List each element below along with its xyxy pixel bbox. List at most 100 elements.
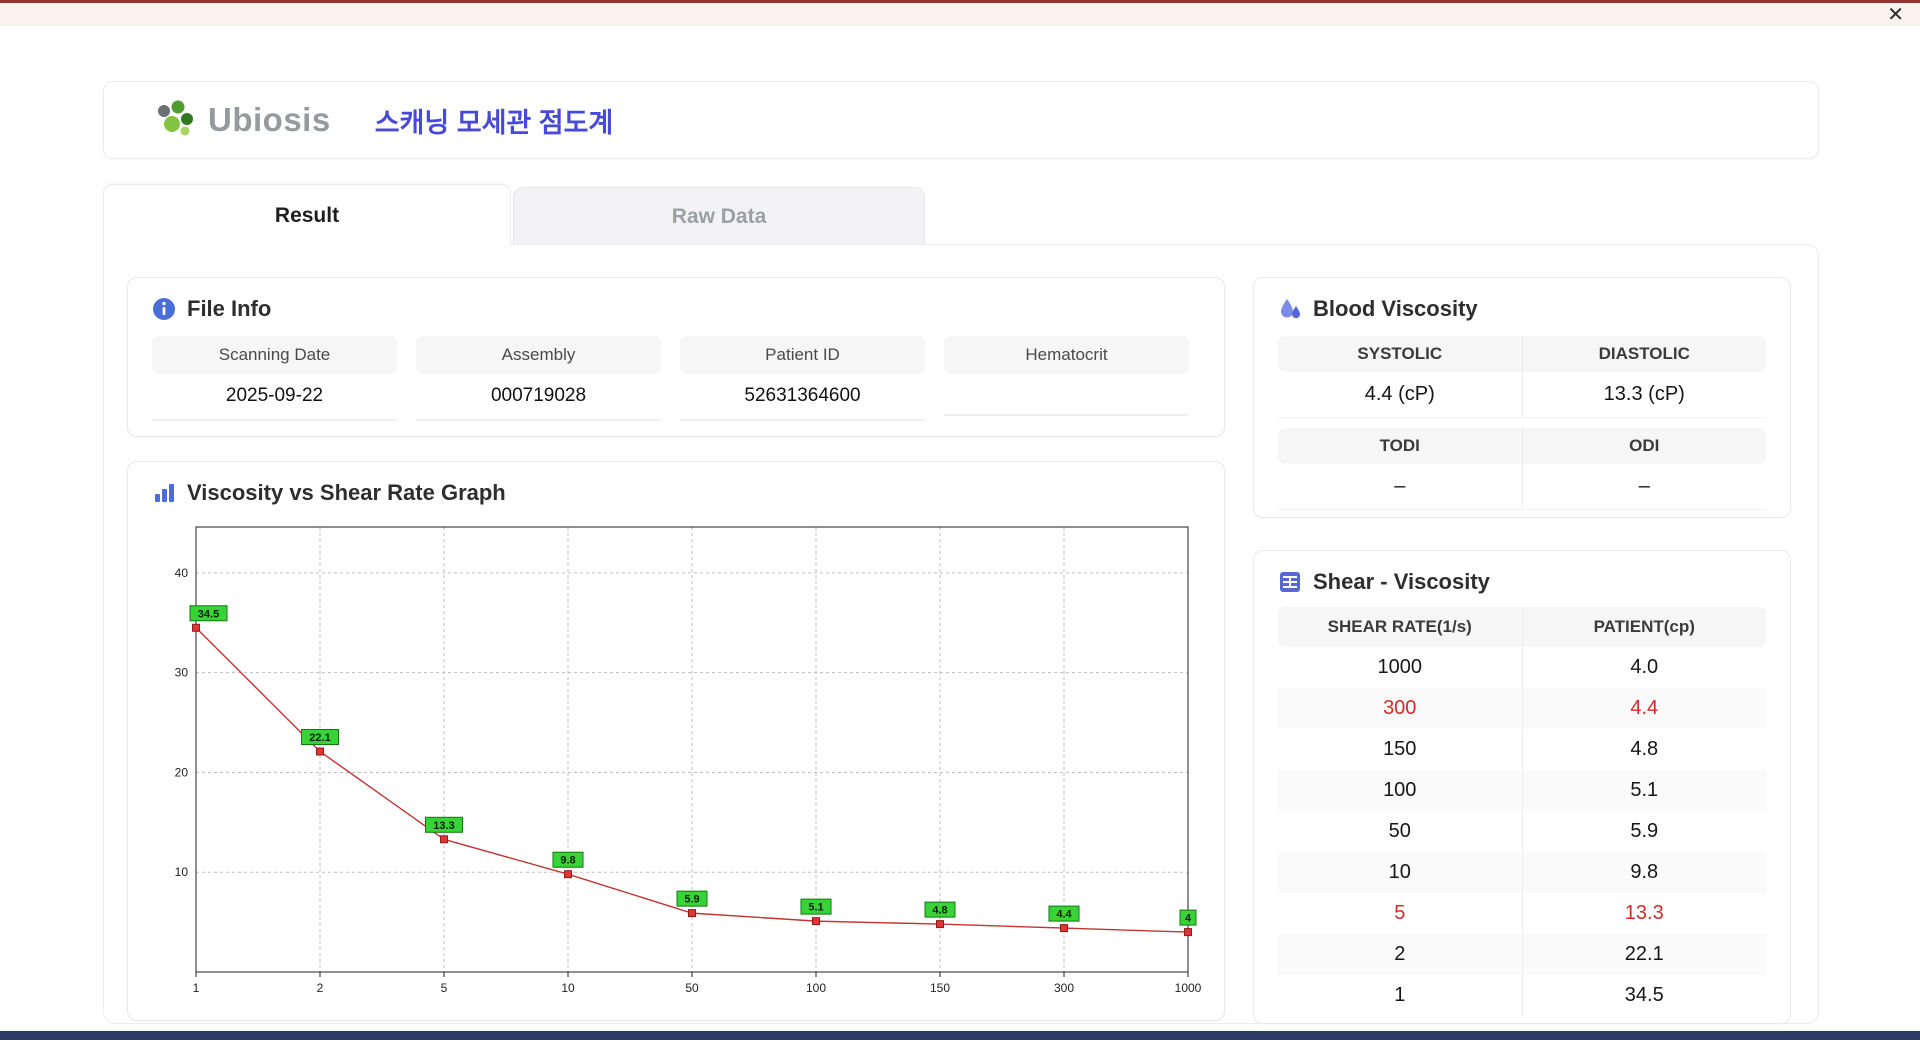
bv-header-cell: DIASTOLIC [1521, 336, 1766, 372]
app-logo: Ubiosis [152, 99, 331, 141]
sv-shear-cell: 1 [1394, 984, 1406, 1006]
svg-text:4.4: 4.4 [1056, 909, 1072, 921]
svg-text:4.8: 4.8 [932, 905, 947, 917]
svg-text:5.1: 5.1 [808, 902, 823, 914]
sv-header-patient: PATIENT(cp) [1521, 607, 1766, 647]
bv-header-cell: TODI [1278, 428, 1522, 464]
file-info-fields: Scanning Date 2025-09-22 Assembly 000719028… [128, 332, 1224, 421]
info-icon [153, 298, 175, 320]
svg-text:5.9: 5.9 [684, 894, 699, 906]
file-info-field: Hematocrit [944, 336, 1189, 421]
sv-patient-cell: 13.3 [1521, 893, 1767, 934]
sv-shear-cell: 1000 [1377, 656, 1423, 678]
svg-text:40: 40 [175, 566, 189, 580]
sv-patient-cell: 5.1 [1521, 770, 1767, 811]
table-row: 1000 4.0 [1278, 647, 1766, 688]
file-info-field: Patient ID 52631364600 [680, 336, 925, 421]
sv-shear-cell: 300 [1383, 697, 1417, 719]
svg-text:10: 10 [175, 865, 189, 879]
bv-header-row: TODI ODI [1278, 428, 1766, 464]
sv-patient-cell: 9.8 [1521, 852, 1767, 893]
field-label: Assembly [416, 336, 661, 374]
sv-shear-cell: 50 [1388, 820, 1411, 842]
svg-text:34.5: 34.5 [198, 608, 219, 620]
sv-patient-cell: 4.8 [1521, 729, 1767, 770]
tab-raw-data[interactable]: Raw Data [513, 187, 925, 246]
ubiosis-logo-icon [158, 100, 193, 136]
svg-text:300: 300 [1054, 981, 1074, 995]
bar-chart-icon [155, 484, 174, 502]
bv-value-cell: 13.3 (cP) [1521, 372, 1767, 417]
bv-value-row: 4.4 (cP) 13.3 (cP) [1278, 372, 1766, 418]
svg-text:20: 20 [175, 765, 189, 779]
bv-value-row: – – [1278, 464, 1766, 510]
tab-result[interactable]: Result [103, 184, 511, 246]
file-info-card: File Info Scanning Date 2025-09-22 Assembl… [127, 277, 1225, 437]
sv-patient-cell: 4.4 [1521, 688, 1767, 729]
sv-body: 1000 4.0 300 4.4 150 4.8 100 5.1 50 5.9 10 9.8 5 13.3… [1278, 647, 1766, 1016]
sv-header-row: SHEAR RATE(1/s) PATIENT(cp) [1278, 607, 1766, 647]
svg-text:5: 5 [441, 981, 448, 995]
svg-text:4: 4 [1185, 913, 1192, 925]
bv-value-cell: 4.4 (cP) [1364, 383, 1435, 405]
table-row: 100 5.1 [1278, 770, 1766, 811]
svg-text:22.1: 22.1 [309, 732, 330, 744]
graph-title: Viscosity vs Shear Rate Graph [187, 480, 506, 505]
bottom-strip [0, 1031, 1920, 1040]
graph-card: Viscosity vs Shear Rate Graph 10 20 30 40 1 2… [127, 461, 1225, 1021]
bv-value-cell: – [1521, 464, 1767, 509]
blood-viscosity-table: SYSTOLIC DIASTOLIC 4.4 (cP) 13.3 (cP) TODI OD… [1278, 336, 1766, 510]
sv-shear-cell: 5 [1394, 902, 1406, 924]
field-value [944, 374, 1189, 416]
page-title: 스캐닝 모세관 점도계 [374, 107, 614, 138]
blood-viscosity-title-row: Blood Viscosity [1254, 278, 1790, 332]
droplet-icon [1281, 299, 1300, 319]
graph-title-row: Viscosity vs Shear Rate Graph [128, 462, 1224, 516]
table-row: 50 5.9 [1278, 811, 1766, 852]
table-row: 5 13.3 [1278, 893, 1766, 934]
sv-shear-cell: 150 [1383, 738, 1417, 760]
svg-text:1000: 1000 [1175, 981, 1202, 995]
field-label: Hematocrit [944, 336, 1189, 374]
field-value: 52631364600 [680, 374, 925, 421]
sv-patient-cell: 34.5 [1521, 975, 1767, 1016]
blood-viscosity-card: Blood Viscosity SYSTOLIC DIASTOLIC 4.4 (cP… [1253, 277, 1791, 518]
file-info-field: Assembly 000719028 [416, 336, 661, 421]
sv-header-shear: SHEAR RATE(1/s) [1278, 607, 1522, 647]
shear-viscosity-card: Shear - Viscosity SHEAR RATE(1/s) PATIEN… [1253, 550, 1791, 1024]
table-grid-icon [1280, 572, 1300, 592]
sv-patient-cell: 4.0 [1521, 647, 1767, 688]
app-header: Ubiosis 스캐닝 모세관 점도계 [103, 81, 1819, 159]
file-info-title: File Info [187, 296, 272, 321]
bv-header-cell: SYSTOLIC [1278, 336, 1522, 372]
svg-text:100: 100 [806, 981, 826, 995]
logo-text: Ubiosis [208, 101, 331, 138]
shear-viscosity-table: SHEAR RATE(1/s) PATIENT(cp) 1000 4.0 300 4.… [1278, 607, 1766, 1016]
close-button[interactable]: ✕ [1887, 4, 1904, 26]
table-row: 1 34.5 [1278, 975, 1766, 1016]
sv-patient-cell: 5.9 [1521, 811, 1767, 852]
table-row: 300 4.4 [1278, 688, 1766, 729]
table-row: 150 4.8 [1278, 729, 1766, 770]
svg-text:150: 150 [930, 981, 950, 995]
svg-text:9.8: 9.8 [560, 855, 575, 867]
table-row: 2 22.1 [1278, 934, 1766, 975]
window-titlebar: ✕ [0, 0, 1920, 26]
result-panel: File Info Scanning Date 2025-09-22 Assembl… [103, 244, 1819, 1024]
svg-text:1: 1 [193, 981, 200, 995]
bv-value-cell: – [1394, 475, 1406, 497]
blood-viscosity-title: Blood Viscosity [1313, 296, 1478, 321]
shear-viscosity-title-row: Shear - Viscosity [1254, 551, 1790, 605]
sv-shear-cell: 10 [1388, 861, 1411, 883]
bv-header-row: SYSTOLIC DIASTOLIC [1278, 336, 1766, 372]
viscosity-chart: 10 20 30 40 1 2 5 10 50 100 150 300 1000 34.5 22.1 13.3… [175, 526, 1202, 995]
shear-viscosity-title: Shear - Viscosity [1313, 569, 1490, 594]
svg-text:30: 30 [175, 666, 189, 680]
svg-text:50: 50 [685, 981, 699, 995]
field-value: 2025-09-22 [152, 374, 397, 421]
bv-header-cell: ODI [1521, 428, 1766, 464]
svg-text:13.3: 13.3 [433, 820, 454, 832]
sv-patient-cell: 22.1 [1521, 934, 1767, 975]
file-info-title-row: File Info [128, 278, 1224, 332]
svg-text:2: 2 [317, 981, 324, 995]
